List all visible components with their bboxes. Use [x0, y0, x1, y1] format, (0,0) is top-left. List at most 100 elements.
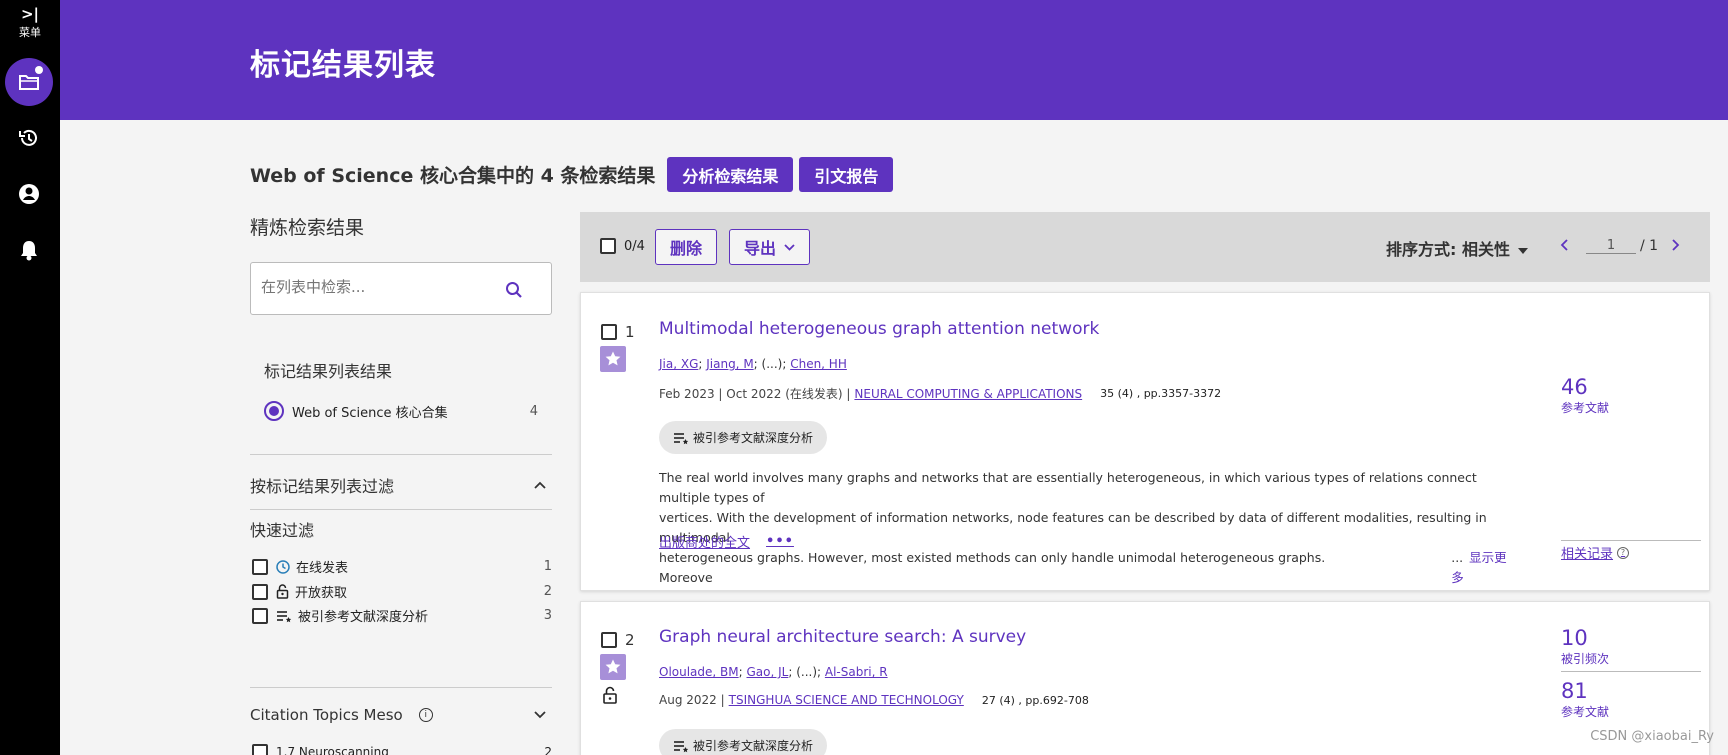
references-metric[interactable]: 46 参考文献 — [1561, 375, 1609, 416]
folder-icon — [19, 75, 39, 90]
chevron-down-icon — [784, 243, 795, 251]
menu-toggle-button[interactable]: >| 菜单 — [0, 6, 60, 40]
export-label: 导出 — [744, 239, 777, 258]
quick-filter-label: 被引参考文献深度分析 — [298, 610, 429, 625]
pagination: / 1 — [1560, 236, 1680, 255]
topic-label: 1.7 Neuroscanning — [276, 745, 389, 755]
quick-filter-checkbox[interactable] — [252, 607, 268, 624]
record-checkbox[interactable] — [601, 324, 617, 340]
record-number: 2 — [625, 631, 635, 649]
lock-open-icon — [276, 584, 289, 599]
left-rail: >| 菜单 — [0, 0, 60, 755]
record-title-link[interactable]: Multimodal heterogeneous graph attention… — [659, 319, 1099, 339]
page-total: / 1 — [1640, 237, 1659, 254]
divider — [250, 509, 552, 510]
next-page-icon[interactable] — [1672, 236, 1680, 255]
clock-icon — [276, 559, 290, 574]
delete-button[interactable]: 删除 — [655, 229, 718, 265]
journal-link[interactable]: NEURAL COMPUTING & APPLICATIONS — [854, 387, 1082, 401]
refine-title: 精炼检索结果 — [250, 217, 365, 239]
export-button[interactable]: 导出 — [729, 229, 811, 265]
page-header: 标记结果列表 — [60, 0, 1728, 120]
wos-collection-option[interactable]: Web of Science 核心合集 4 — [264, 401, 538, 421]
quick-filter-checkbox[interactable] — [252, 583, 268, 600]
record-title-link[interactable]: Graph neural architecture search: A surv… — [659, 627, 1026, 647]
topic-checkbox[interactable] — [252, 744, 268, 755]
analyze-results-button[interactable]: 分析检索结果 — [667, 157, 794, 192]
citation-topics-title: Citation Topics Meso — [250, 706, 403, 724]
rail-alerts-button[interactable] — [5, 226, 53, 274]
info-icon[interactable]: i — [418, 708, 433, 722]
journal-link[interactable]: TSINGHUA SCIENCE AND TECHNOLOGY — [729, 693, 964, 707]
open-access-lock-icon — [602, 686, 618, 708]
search-icon[interactable] — [505, 281, 523, 303]
prev-page-icon[interactable] — [1560, 236, 1568, 255]
references-count: 46 — [1561, 375, 1588, 399]
topic-count: 2 — [544, 745, 552, 755]
record-publication-info: Aug 2022 | TSINGHUA SCIENCE AND TECHNOLO… — [659, 693, 1089, 707]
wos-collection-count: 4 — [529, 403, 538, 419]
quick-filter-label: 开放获取 — [295, 586, 348, 601]
divider — [1561, 671, 1701, 672]
topic-filter-row[interactable]: 1.7 Neuroscanning 2 — [252, 744, 552, 755]
record-publication-info: Feb 2023 | Oct 2022 (在线发表) | NEURAL COMP… — [659, 385, 1221, 402]
quick-filter-label: 在线发表 — [296, 561, 349, 576]
star-icon[interactable] — [600, 346, 626, 372]
more-options-icon[interactable]: ••• — [766, 534, 794, 549]
author-link[interactable]: Jia, XG — [659, 357, 698, 371]
quick-filter-checkbox[interactable] — [252, 558, 268, 575]
quick-filter-count: 2 — [543, 584, 552, 599]
sort-label: 排序方式: 相关性 — [1386, 240, 1510, 259]
csdn-watermark: CSDN @xiaobai_Ry — [1590, 729, 1714, 744]
abstract-line: heterogeneous graphs. However, most exis… — [659, 550, 1326, 585]
select-all-checkbox[interactable] — [600, 238, 616, 254]
wos-radio[interactable] — [264, 401, 284, 421]
times-cited-metric[interactable]: 10 被引频次 — [1561, 626, 1609, 667]
references-metric[interactable]: 81 参考文献 — [1561, 679, 1609, 720]
divider — [250, 687, 552, 688]
related-records-link[interactable]: 相关记录 ? — [1561, 543, 1630, 562]
record-volume: 35 (4) , pp.3357-3372 — [1100, 387, 1222, 400]
author-link[interactable]: Oloulade, BM — [659, 665, 739, 679]
author-link[interactable]: Jiang, M — [706, 357, 753, 371]
star-icon[interactable] — [600, 654, 626, 680]
page-number-input[interactable] — [1586, 237, 1636, 254]
notification-dot — [35, 66, 43, 74]
list-search-input[interactable] — [261, 278, 491, 296]
help-icon[interactable]: ? — [1617, 546, 1630, 559]
quick-filter-online[interactable]: 在线发表 1 — [252, 557, 552, 576]
cited-reference-analysis-button[interactable]: 被引参考文献深度分析 — [659, 421, 828, 454]
record-checkbox[interactable] — [601, 632, 617, 648]
cited-reference-analysis-button[interactable]: 被引参考文献深度分析 — [659, 729, 828, 755]
author-link[interactable]: Gao, JL — [747, 665, 789, 679]
chevron-up-icon — [534, 478, 546, 493]
rail-folder-button[interactable] — [5, 58, 53, 106]
select-all[interactable]: 0/4 — [600, 238, 645, 254]
sort-dropdown[interactable]: 排序方式: 相关性 — [1386, 236, 1528, 260]
rail-history-button[interactable] — [5, 114, 53, 162]
citation-topics-toggle[interactable]: Citation Topics Meso i — [250, 706, 552, 724]
references-label: 参考文献 — [1561, 705, 1610, 719]
quick-filter-count: 3 — [543, 608, 552, 623]
caret-down-icon — [1517, 247, 1528, 254]
quick-filter-open-access[interactable]: 开放获取 2 — [252, 582, 552, 601]
filter-section-toggle[interactable]: 按标记结果列表过滤 — [250, 473, 552, 497]
quick-filter-count: 1 — [543, 559, 552, 574]
author-ellipsis[interactable]: (...) — [762, 357, 783, 371]
list-star-icon — [276, 609, 292, 623]
citation-report-button[interactable]: 引文报告 — [799, 157, 894, 192]
fulltext-label: 出版商处的全文 — [659, 536, 751, 551]
author-link[interactable]: Al-Sabri, R — [825, 665, 888, 679]
author-link[interactable]: Chen, HH — [790, 357, 847, 371]
menu-label: 菜单 — [19, 26, 41, 39]
author-ellipsis[interactable]: (...) — [796, 665, 817, 679]
quick-filter-cited-ref-analysis[interactable]: 被引参考文献深度分析 3 — [252, 606, 552, 625]
times-cited-label: 被引频次 — [1561, 652, 1610, 666]
record-authors: Jia, XG; Jiang, M; (...); Chen, HH — [659, 357, 847, 371]
divider — [1561, 540, 1701, 541]
record-date: Aug 2022 | — [659, 693, 725, 707]
record-authors: Oloulade, BM; Gao, JL; (...); Al-Sabri, … — [659, 665, 888, 679]
publisher-fulltext-link[interactable]: 出版商处的全文 ••• — [659, 532, 794, 551]
rail-user-button[interactable] — [5, 170, 53, 218]
expand-icon: >| — [20, 5, 40, 23]
